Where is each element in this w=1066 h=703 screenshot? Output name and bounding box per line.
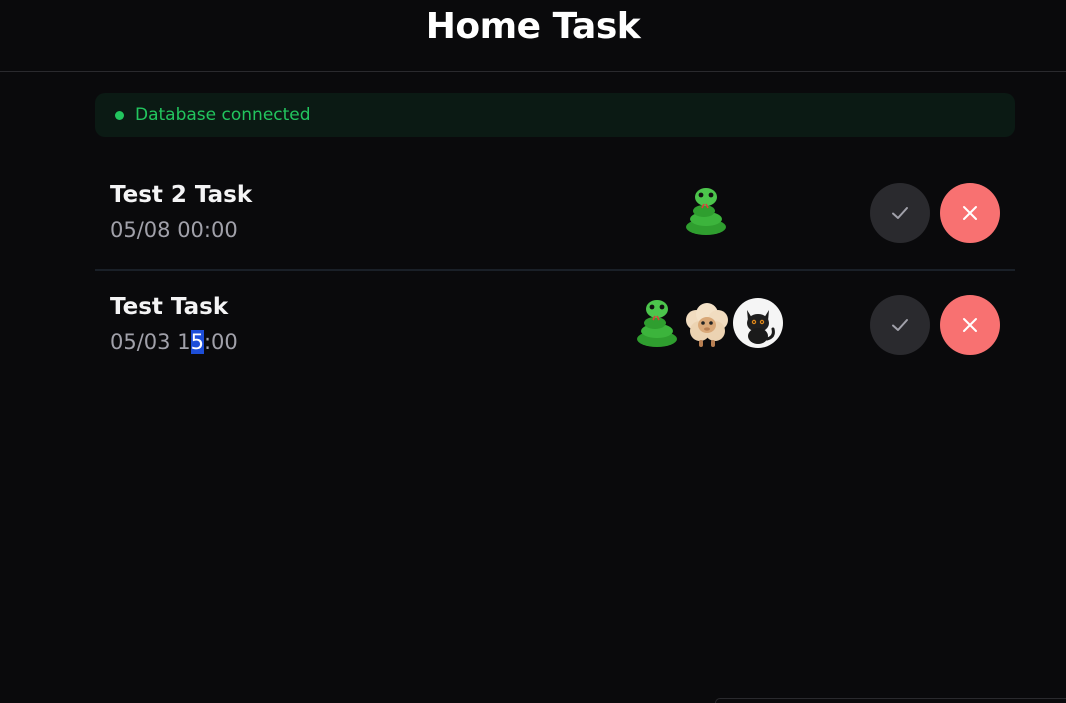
task-time-part: :00 — [203, 330, 238, 354]
task-title: Test 2 Task — [110, 182, 253, 208]
complete-button[interactable] — [870, 295, 930, 355]
assignee-list — [631, 297, 783, 349]
status-banner: Database connected — [95, 93, 1015, 137]
task-row: Test 2 Task 05/08 00:00 — [95, 163, 1015, 271]
selected-text: 5 — [190, 330, 204, 354]
task-title: Test Task — [110, 294, 229, 320]
assignee-list — [680, 185, 730, 237]
snake-icon — [680, 185, 732, 237]
snake-icon — [631, 297, 683, 349]
close-icon — [963, 206, 977, 220]
delete-button[interactable] — [940, 295, 1000, 355]
black-cat-icon — [733, 298, 783, 348]
page-title: Home Task — [425, 6, 641, 47]
delete-button[interactable] — [940, 183, 1000, 243]
sheep-icon — [681, 297, 733, 349]
app-header: Home Task — [0, 0, 1066, 72]
task-time-part: 05/03 1 — [110, 330, 191, 354]
status-dot-icon — [115, 110, 124, 120]
panel-edge — [715, 698, 1066, 703]
task-time: 05/08 00:00 — [110, 218, 238, 242]
check-icon — [892, 207, 908, 219]
task-time: 05/03 15:00 — [110, 330, 238, 354]
complete-button[interactable] — [870, 183, 930, 243]
task-row: Test Task 05/03 15:00 — [95, 275, 1015, 375]
check-icon — [892, 319, 908, 331]
close-icon — [963, 318, 977, 332]
status-text: Database connected — [135, 105, 311, 125]
